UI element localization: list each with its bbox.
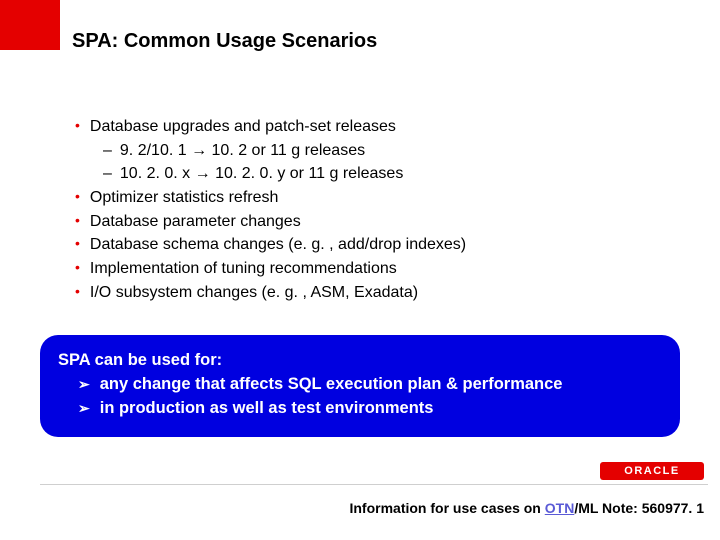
bullet-list: • Database upgrades and patch-set releas…	[75, 115, 655, 304]
oracle-logo-text: ORACLE	[624, 465, 679, 477]
bullet-dot-icon: •	[75, 257, 80, 278]
list-item: • Optimizer statistics refresh	[75, 186, 655, 210]
footer-separator	[40, 484, 708, 485]
dash-icon: –	[103, 162, 112, 186]
list-subitem: – 9. 2/10. 1 → 10. 2 or 11 g releases	[75, 139, 655, 163]
bullet-dot-icon: •	[75, 281, 80, 302]
bullet-dot-icon: •	[75, 210, 80, 231]
otn-link[interactable]: OTN	[545, 500, 575, 516]
callout-item-text: in production as well as test environmen…	[100, 397, 434, 421]
slide-title: SPA: Common Usage Scenarios	[72, 30, 377, 53]
list-item: • Database upgrades and patch-set releas…	[75, 115, 655, 139]
bullet-dot-icon: •	[75, 233, 80, 254]
footer-text-pre: Information for use cases on	[349, 500, 544, 516]
callout-lead: SPA can be used for:	[58, 349, 662, 373]
chevron-right-icon: ➢	[78, 398, 90, 418]
list-item-text: 10. 2. 0. x → 10. 2. 0. y or 11 g releas…	[120, 162, 403, 186]
footer-note: Information for use cases on OTN/ML Note…	[349, 500, 704, 516]
list-item-text: Database upgrades and patch-set releases	[90, 115, 396, 139]
chevron-right-icon: ➢	[78, 374, 90, 394]
oracle-logo: ORACLE	[600, 462, 704, 480]
list-item-text: Optimizer statistics refresh	[90, 186, 278, 210]
list-item: • Implementation of tuning recommendatio…	[75, 257, 655, 281]
list-item-text: Implementation of tuning recommendations	[90, 257, 397, 281]
list-item: • Database schema changes (e. g. , add/d…	[75, 233, 655, 257]
callout-item: ➢ in production as well as test environm…	[58, 397, 662, 421]
bullet-dot-icon: •	[75, 115, 80, 136]
bullet-dot-icon: •	[75, 186, 80, 207]
brand-red-block	[0, 0, 60, 50]
callout-item: ➢ any change that affects SQL execution …	[58, 373, 662, 397]
list-item-text: I/O subsystem changes (e. g. , ASM, Exad…	[90, 281, 418, 305]
callout-item-text: any change that affects SQL execution pl…	[100, 373, 563, 397]
dash-icon: –	[103, 139, 112, 163]
callout-box: SPA can be used for: ➢ any change that a…	[40, 335, 680, 437]
list-subitem: – 10. 2. 0. x → 10. 2. 0. y or 11 g rele…	[75, 162, 655, 186]
list-item: • I/O subsystem changes (e. g. , ASM, Ex…	[75, 281, 655, 305]
list-item-text: 9. 2/10. 1 → 10. 2 or 11 g releases	[120, 139, 365, 163]
list-item-text: Database schema changes (e. g. , add/dro…	[90, 233, 466, 257]
list-item: • Database parameter changes	[75, 210, 655, 234]
list-item-text: Database parameter changes	[90, 210, 301, 234]
footer-text-post: /ML Note: 560977. 1	[574, 500, 704, 516]
